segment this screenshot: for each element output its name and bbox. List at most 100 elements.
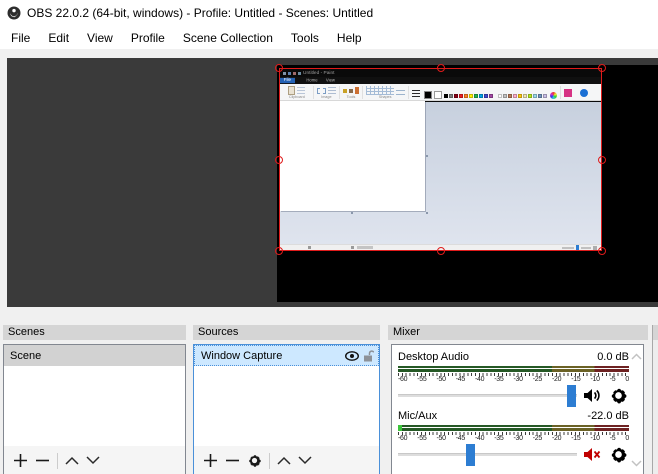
remove-scene-button[interactable] (35, 453, 50, 468)
scroll-up-icon[interactable] (631, 353, 642, 360)
speaker-unmuted-icon[interactable] (583, 387, 602, 404)
color2-swatch[interactable] (434, 91, 442, 99)
mixer-panel[interactable]: Desktop Audio 0.0 dB -60-55-50-45-40-35-… (391, 344, 644, 474)
source-list-item[interactable]: Window Capture (194, 345, 379, 366)
palette-swatch[interactable] (498, 94, 502, 98)
move-source-down-button[interactable] (298, 456, 312, 465)
visibility-eye-icon[interactable] (345, 351, 359, 361)
palette-swatch[interactable] (543, 94, 547, 98)
menu-item[interactable]: Scene Collection (174, 28, 282, 48)
menu-item[interactable]: Edit (39, 28, 78, 48)
unlock-icon[interactable] (363, 350, 374, 362)
zoom-control[interactable] (562, 245, 597, 250)
volume-slider-handle[interactable] (567, 385, 576, 407)
palette-swatch[interactable] (449, 94, 453, 98)
source-properties-gear-button[interactable] (247, 453, 262, 468)
pencil-icon[interactable] (343, 89, 347, 93)
window-titlebar: OBS 22.0.2 (64-bit, windows) - Profile: … (0, 0, 658, 26)
palette-swatch[interactable] (513, 94, 517, 98)
palette-swatch[interactable] (454, 94, 458, 98)
outline-fill-icons[interactable] (396, 87, 405, 95)
palette-swatch[interactable] (484, 94, 488, 98)
palette-swatch[interactable] (474, 94, 478, 98)
paint-size-group (410, 85, 422, 100)
fill-icon[interactable] (349, 89, 353, 93)
scenes-title: Scenes (8, 326, 45, 338)
color1-swatch[interactable] (424, 91, 432, 99)
paint-tools-group: Tools (341, 85, 361, 100)
brush-icon[interactable] (355, 87, 359, 94)
palette-swatch[interactable] (464, 94, 468, 98)
volume-slider-handle[interactable] (466, 444, 475, 466)
meter-tick-label: -15 (571, 376, 580, 383)
channel-settings-gear-icon[interactable] (609, 445, 628, 464)
move-source-up-button[interactable] (277, 456, 291, 465)
resize-handle-bottom-center[interactable] (437, 247, 445, 255)
edit-with-paint3d-icon[interactable] (564, 89, 572, 97)
menu-item[interactable]: Tools (282, 28, 328, 48)
volume-slider[interactable] (398, 394, 577, 397)
menu-item[interactable]: View (78, 28, 122, 48)
paint-view-tab[interactable]: View (326, 78, 335, 82)
channel-db-value: -22.0 dB (587, 410, 629, 422)
palette-swatch[interactable] (444, 94, 448, 98)
move-scene-down-button[interactable] (86, 456, 100, 465)
window-capture-preview[interactable]: Untitled - Paint File Home View Clipboar… (279, 68, 602, 251)
menu-item[interactable]: Profile (122, 28, 174, 48)
zoom-slider-handle[interactable] (576, 245, 579, 250)
shapes-grid-icon[interactable] (366, 86, 394, 95)
palette-swatch[interactable] (489, 94, 493, 98)
palette-swatch[interactable] (469, 94, 473, 98)
speaker-muted-icon[interactable] (583, 446, 602, 463)
canvas-resize-grip[interactable] (351, 212, 353, 214)
remove-source-button[interactable] (225, 453, 240, 468)
preview-area[interactable]: Untitled - Paint File Home View Clipboar… (7, 58, 658, 307)
meter-tick-label: -60 (398, 376, 407, 383)
open-paint3d-icon[interactable] (580, 89, 588, 97)
edit-colors-icon[interactable] (550, 92, 557, 99)
palette-swatch[interactable] (528, 94, 532, 98)
palette-swatch[interactable] (459, 94, 463, 98)
add-source-button[interactable] (203, 453, 218, 468)
scroll-down-icon[interactable] (631, 460, 642, 467)
menu-item[interactable]: File (2, 28, 39, 48)
select-icon[interactable] (317, 88, 326, 94)
palette-swatch[interactable] (533, 94, 537, 98)
resize-handle-top-right[interactable] (598, 64, 606, 72)
menu-item[interactable]: Help (328, 28, 371, 48)
scenes-panel-header[interactable]: Scenes (3, 325, 186, 340)
mixer-panel-header[interactable]: Mixer (388, 325, 648, 340)
palette-swatch[interactable] (518, 94, 522, 98)
palette-swatch[interactable] (508, 94, 512, 98)
palette-swatch[interactable] (503, 94, 507, 98)
size-icon[interactable] (412, 89, 420, 97)
video-canvas[interactable]: Untitled - Paint File Home View Clipboar… (277, 65, 658, 302)
palette-swatch[interactable] (538, 94, 542, 98)
resize-handle-middle-left[interactable] (275, 156, 283, 164)
paint-home-tab[interactable]: Home (306, 78, 317, 82)
paint-file-tab[interactable]: File (280, 78, 295, 83)
sources-list[interactable]: Window Capture (193, 344, 380, 474)
resize-handle-bottom-left[interactable] (275, 247, 283, 255)
resize-handle-top-left[interactable] (275, 64, 283, 72)
move-scene-up-button[interactable] (65, 456, 79, 465)
palette-swatch[interactable] (479, 94, 483, 98)
scenes-list[interactable]: Scene (3, 344, 186, 474)
mixer-scrollbar[interactable] (629, 345, 643, 474)
crop-resize-icons[interactable] (328, 87, 336, 94)
paste-icon[interactable] (288, 86, 295, 95)
canvas-resize-grip[interactable] (426, 212, 428, 214)
cut-copy-icons[interactable] (297, 87, 305, 94)
canvas-resize-grip[interactable] (426, 155, 428, 157)
sources-panel-header[interactable]: Sources (193, 325, 380, 340)
scene-list-item[interactable]: Scene (4, 345, 185, 366)
palette-swatch[interactable] (523, 94, 527, 98)
volume-slider[interactable] (398, 453, 577, 456)
resize-handle-middle-right[interactable] (598, 156, 606, 164)
zoom-in-icon[interactable] (593, 246, 597, 250)
channel-settings-gear-icon[interactable] (609, 386, 628, 405)
resize-handle-bottom-right[interactable] (598, 247, 606, 255)
clipboard-label: Clipboard (289, 96, 305, 99)
resize-handle-top-center[interactable] (437, 64, 445, 72)
add-scene-button[interactable] (13, 453, 28, 468)
